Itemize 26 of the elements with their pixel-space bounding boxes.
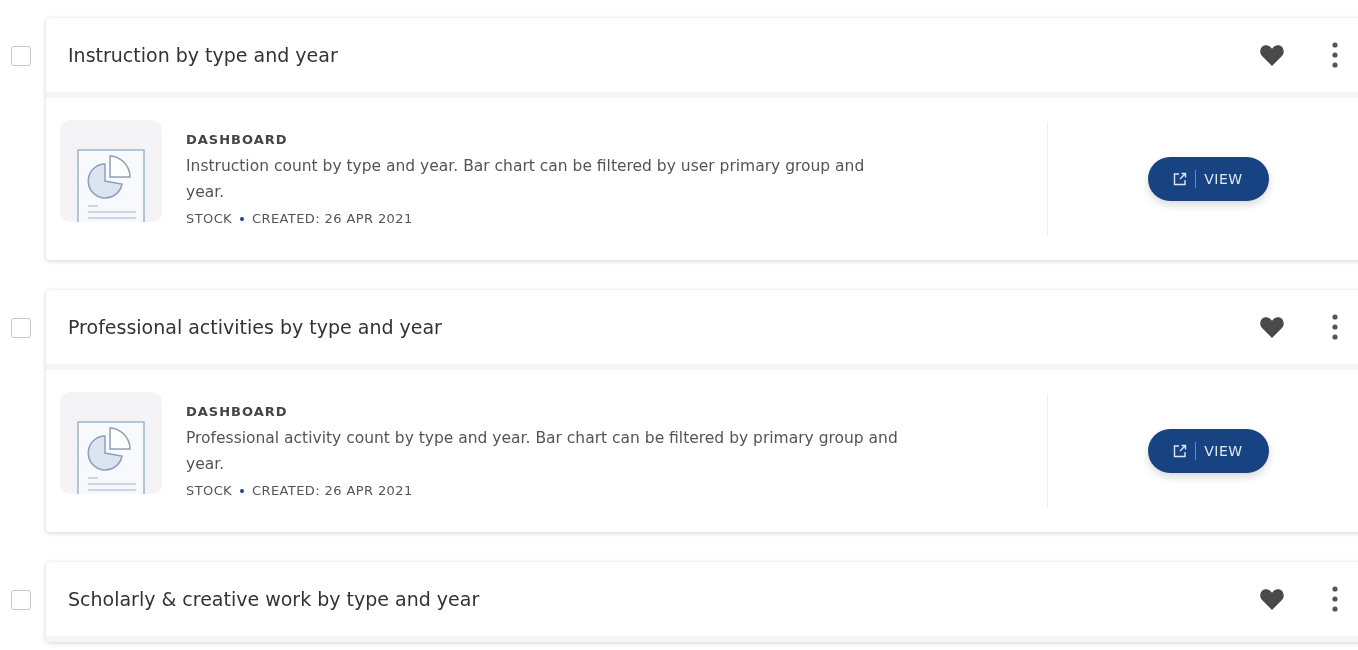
item-type: DASHBOARD [186, 132, 289, 147]
view-button[interactable]: VIEW [1147, 157, 1269, 201]
separator-dot [240, 488, 245, 493]
created-date: CREATED: 26 APR 2021 [252, 211, 413, 226]
item-type: DASHBOARD [186, 404, 289, 419]
view-button[interactable]: VIEW [1147, 429, 1269, 473]
checkbox[interactable] [11, 318, 31, 338]
external-link-icon [1173, 172, 1188, 186]
item-description: Instruction count by type and year. Bar chart can be filtered by user primary group and year. [186, 156, 866, 203]
checkbox[interactable] [11, 46, 31, 66]
checkbox[interactable] [11, 590, 31, 610]
item-source: STOCK [186, 483, 233, 498]
item-source: STOCK [186, 211, 233, 226]
item-description: Professional activity count by type and year. Bar chart can be filtered by primary group and year. [186, 428, 899, 475]
heart-icon[interactable] [1259, 316, 1285, 338]
card-title: Instruction by type and year [68, 44, 339, 66]
card-title: Scholarly & creative work by type and year [68, 588, 481, 610]
more-icon[interactable] [1332, 314, 1338, 340]
more-icon[interactable] [1332, 586, 1338, 612]
separator-dot [240, 216, 245, 221]
more-icon[interactable] [1332, 42, 1338, 68]
created-date: CREATED: 26 APR 2021 [252, 483, 413, 498]
heart-icon[interactable] [1259, 44, 1285, 66]
external-link-icon [1173, 444, 1188, 458]
heart-icon[interactable] [1259, 588, 1285, 610]
card-title: Professional activities by type and year [68, 316, 443, 338]
